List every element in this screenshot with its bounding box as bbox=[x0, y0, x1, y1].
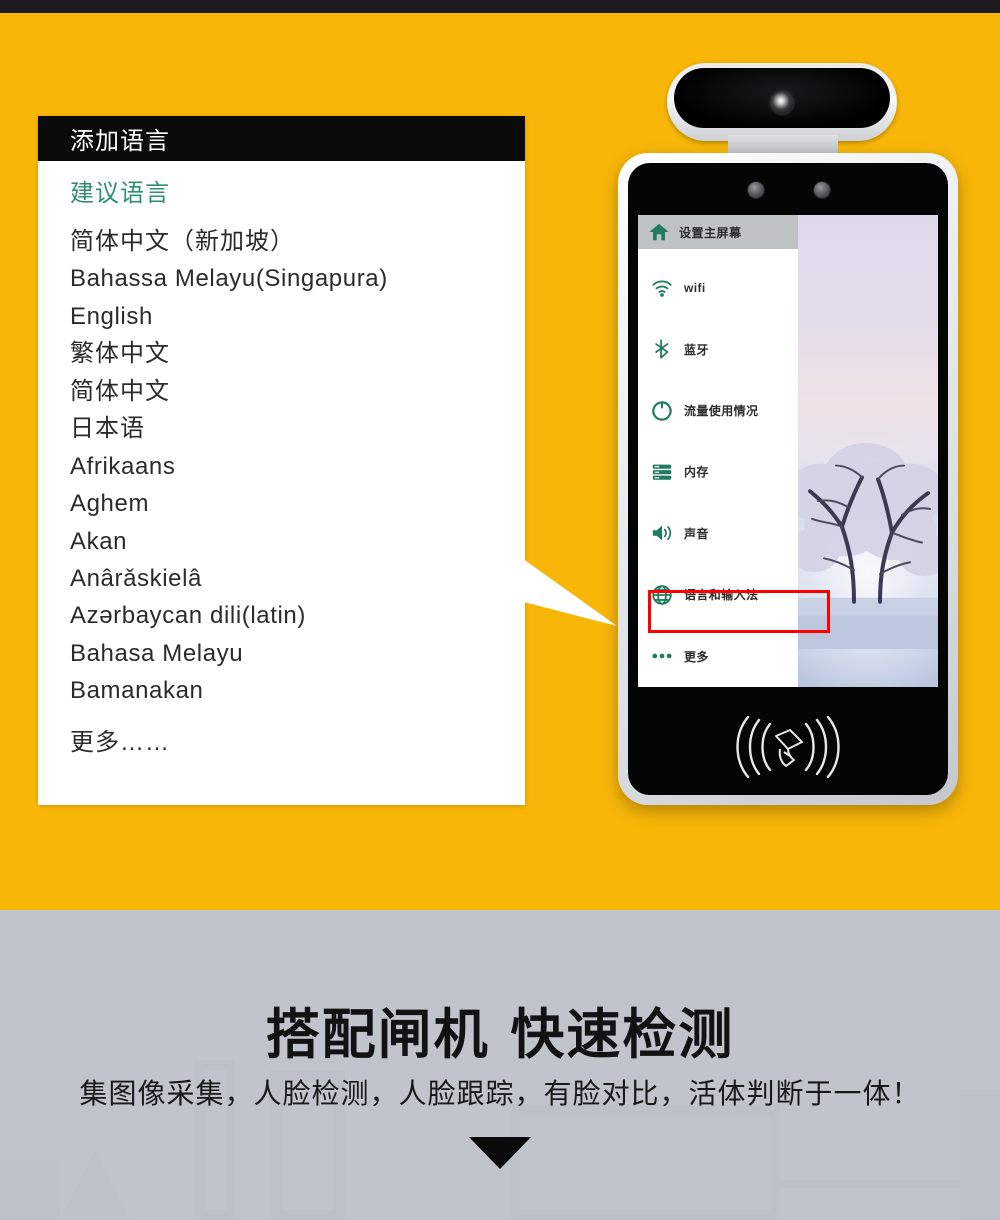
camera-glass bbox=[674, 68, 890, 128]
settings-menu-header[interactable]: 设置主屏幕 bbox=[638, 215, 798, 249]
storage-icon bbox=[652, 464, 672, 480]
list-item[interactable]: English bbox=[70, 298, 495, 335]
bluetooth-icon bbox=[655, 339, 669, 359]
menu-item-label: 流量使用情况 bbox=[684, 404, 759, 419]
language-setting-highlight-box bbox=[648, 590, 830, 633]
suggested-languages-label: 建议语言 bbox=[70, 180, 170, 207]
list-item[interactable]: 简体中文（新加坡） bbox=[70, 223, 495, 260]
list-item[interactable]: Bamanakan bbox=[70, 672, 495, 709]
data-usage-icon bbox=[652, 400, 672, 421]
device-screen: 设置主屏幕 wifi 蓝牙 流量使用情况 内存 声音 语言和输入法 更多 bbox=[638, 215, 938, 687]
footer-headline: 搭配闸机 快速检测 bbox=[265, 1003, 735, 1066]
footer-gray-section: 搭配闸机 快速检测 集图像采集，人脸检测，人脸跟踪，有脸对比，活体判断于一体！ bbox=[0, 910, 1000, 1220]
add-language-panel: 添加语言 建议语言 简体中文（新加坡） Bahassa Melayu(Singa… bbox=[38, 116, 525, 805]
device-body: 设置主屏幕 wifi 蓝牙 流量使用情况 内存 声音 语言和输入法 更多 bbox=[618, 153, 958, 805]
wifi-icon bbox=[652, 280, 672, 297]
down-triangle-icon bbox=[469, 1137, 531, 1169]
menu-item-more[interactable]: 更多 bbox=[638, 626, 798, 687]
list-item[interactable]: 日本语 bbox=[70, 410, 495, 447]
face-recognition-terminal: 设置主屏幕 wifi 蓝牙 流量使用情况 内存 声音 语言和输入法 更多 bbox=[610, 53, 960, 823]
settings-menu-header-label: 设置主屏幕 bbox=[679, 225, 742, 240]
menu-item-label: 蓝牙 bbox=[684, 342, 709, 357]
device-front-panel: 设置主屏幕 wifi 蓝牙 流量使用情况 内存 声音 语言和输入法 更多 bbox=[628, 163, 948, 795]
list-item[interactable]: 简体中文 bbox=[70, 373, 495, 410]
menu-item-storage[interactable]: 内存 bbox=[638, 441, 798, 502]
list-item[interactable]: Afrikaans bbox=[70, 448, 495, 485]
callout-arrow-icon bbox=[512, 551, 617, 626]
menu-item-label: 更多 bbox=[684, 649, 709, 664]
camera-lens-icon bbox=[771, 92, 793, 114]
menu-item-bluetooth[interactable]: 蓝牙 bbox=[638, 318, 798, 379]
list-item[interactable]: 繁体中文 bbox=[70, 335, 495, 372]
list-item[interactable]: Bahassa Melayu(Singapura) bbox=[70, 260, 495, 297]
sound-icon bbox=[652, 526, 672, 541]
camera-module bbox=[667, 63, 897, 141]
list-item[interactable]: Akan bbox=[70, 523, 495, 560]
product-infographic-page: 添加语言 建议语言 简体中文（新加坡） Bahassa Melayu(Singa… bbox=[0, 0, 1000, 1220]
ir-sensor-right-icon bbox=[814, 182, 830, 198]
ir-sensor-left-icon bbox=[748, 182, 764, 198]
list-item[interactable]: Bahasa Melayu bbox=[70, 635, 495, 672]
menu-item-label: 内存 bbox=[684, 465, 709, 480]
list-item[interactable]: Anârǎskielâ bbox=[70, 560, 495, 597]
menu-item-sound[interactable]: 声音 bbox=[638, 503, 798, 564]
list-item[interactable]: Azərbaycan dili(latin) bbox=[70, 597, 495, 634]
top-dark-strip bbox=[0, 0, 1000, 13]
language-list: 简体中文（新加坡） Bahassa Melayu(Singapura) Engl… bbox=[70, 223, 495, 710]
panel-body: 建议语言 简体中文（新加坡） Bahassa Melayu(Singapura)… bbox=[38, 161, 525, 757]
menu-item-label: 声音 bbox=[684, 526, 709, 541]
rfid-card-reader-icon bbox=[736, 716, 840, 778]
hero-yellow-section: 添加语言 建议语言 简体中文（新加坡） Bahassa Melayu(Singa… bbox=[0, 13, 1000, 910]
footer-subline: 集图像采集，人脸检测，人脸跟踪，有脸对比，活体判断于一体！ bbox=[79, 1078, 921, 1109]
panel-title: 添加语言 bbox=[70, 128, 170, 155]
home-icon bbox=[649, 223, 669, 241]
list-item[interactable]: Aghem bbox=[70, 485, 495, 522]
menu-item-data-usage[interactable]: 流量使用情况 bbox=[638, 380, 798, 441]
menu-item-wifi[interactable]: wifi bbox=[638, 257, 798, 318]
card-reader-area[interactable] bbox=[638, 699, 938, 795]
device-top-bezel bbox=[628, 163, 948, 215]
menu-item-label: wifi bbox=[684, 280, 706, 295]
more-dots-icon bbox=[652, 653, 672, 659]
more-languages-label[interactable]: 更多…… bbox=[70, 722, 495, 757]
panel-title-bar: 添加语言 bbox=[38, 116, 525, 161]
